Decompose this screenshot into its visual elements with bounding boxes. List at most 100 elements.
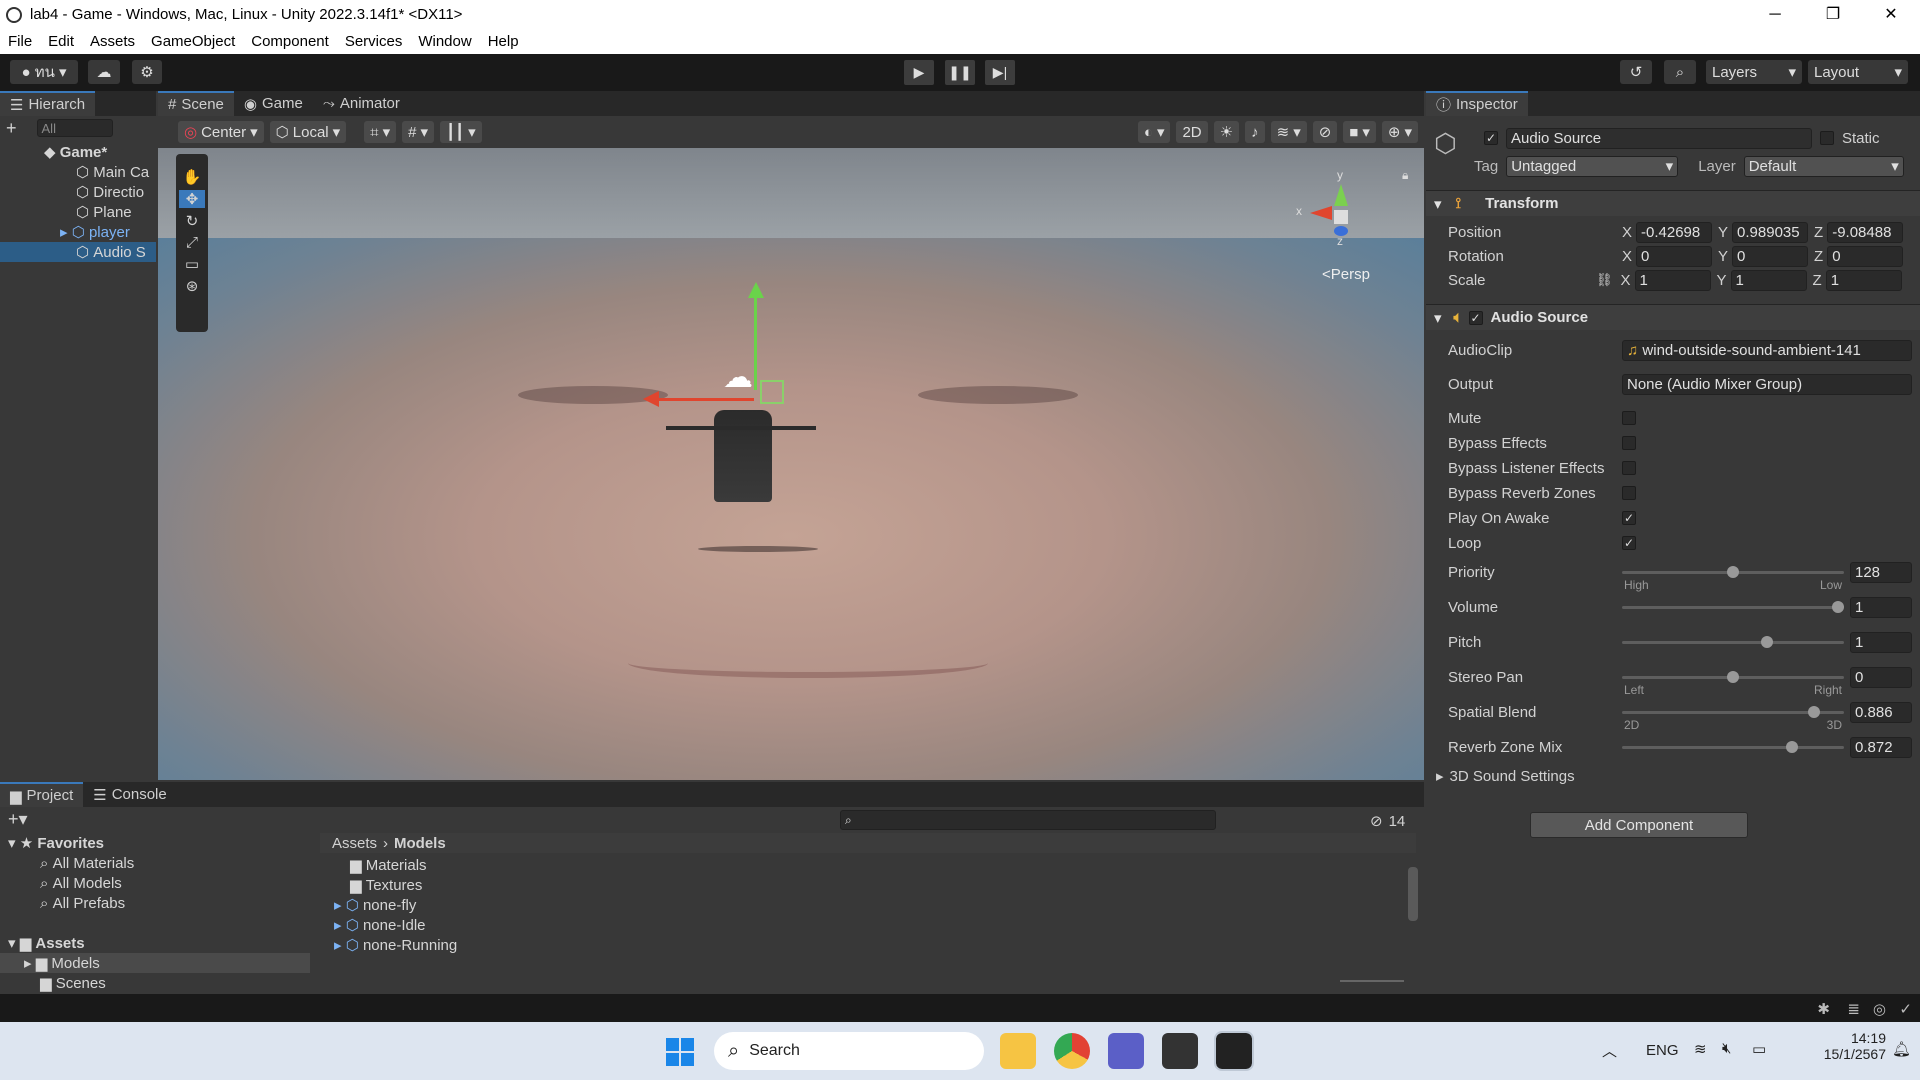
rotation-z-field[interactable]: 0 — [1827, 245, 1904, 267]
restore-button[interactable]: ❐ — [1804, 0, 1862, 29]
folder-scenes[interactable]: ▆ Scenes — [0, 973, 310, 993]
history-button[interactable]: ↺ — [1620, 60, 1652, 84]
draw-mode-dropdown[interactable]: ◐ ▾ — [1137, 121, 1171, 143]
slider-knob[interactable] — [1808, 706, 1821, 718]
favorite-all-materials[interactable]: ⌕ All Materials — [0, 853, 310, 873]
project-search-input[interactable]: ⌕ — [840, 810, 1216, 830]
tab-game[interactable]: ◉ Game — [234, 91, 313, 116]
bug-icon[interactable]: ✱ — [1817, 1000, 1830, 1018]
tab-animator[interactable]: ⤳ Animator — [313, 91, 410, 116]
layout-dropdown[interactable]: Layout ▾ — [1808, 60, 1908, 84]
2d-toggle[interactable]: 2D — [1176, 121, 1208, 143]
lighting-toggle[interactable]: ☀ — [1213, 121, 1240, 143]
slider-value-field[interactable]: 128 — [1850, 561, 1912, 583]
hierarchy-item-player[interactable]: ▸ ⬡ player — [0, 222, 156, 242]
position-y-field[interactable]: 0.989035 — [1732, 221, 1809, 243]
slider-knob[interactable] — [1727, 566, 1739, 578]
tab-scene[interactable]: # Scene — [158, 91, 234, 116]
camera-dropdown[interactable]: ■ ▾ — [1343, 121, 1376, 143]
scene-viewport[interactable]: ✋ ✥ ↻ ⤢ ▭ ⊛ ☁ y x z 🔒︎ <Persp — [158, 148, 1424, 780]
scale-tool-icon[interactable]: ⤢ — [186, 234, 198, 251]
asset-list-scrollbar[interactable] — [1408, 867, 1418, 921]
audio-slider[interactable]: High Low — [1622, 560, 1844, 592]
audio-toggle-checkbox[interactable] — [1622, 436, 1636, 450]
tab-project[interactable]: ▆ Project — [0, 782, 84, 807]
language-indicator[interactable]: ENG — [1646, 1042, 1679, 1059]
icon-size-slider[interactable] — [1340, 980, 1404, 982]
tag-dropdown[interactable]: Untagged ▾ — [1506, 155, 1679, 177]
rotation-y-field[interactable]: 0 — [1732, 245, 1809, 267]
favorite-all-prefabs[interactable]: ⌕ All Prefabs — [0, 893, 310, 913]
step-button[interactable]: ▶| — [985, 60, 1015, 85]
hierarchy-item-main-camera[interactable]: ⬡ Main Ca — [0, 162, 156, 182]
assets-foldout[interactable]: ▾ ▆ Assets — [0, 933, 310, 953]
battery-icon[interactable]: ▭ — [1752, 1040, 1766, 1058]
wifi-icon[interactable]: ≋ — [1694, 1040, 1707, 1058]
stack-icon[interactable]: ≣ — [1847, 1000, 1860, 1018]
add-component-button[interactable]: Add Component — [1530, 812, 1748, 838]
slider-knob[interactable] — [1760, 636, 1773, 648]
output-field[interactable]: None (Audio Mixer Group) — [1622, 373, 1912, 395]
static-checkbox[interactable] — [1820, 131, 1834, 145]
increment-snap-toggle[interactable]: ┃┃ ▾ — [440, 121, 482, 143]
collab-button[interactable]: ⚙ — [132, 60, 162, 84]
add-icon[interactable]: +▾ — [8, 809, 28, 830]
account-dropdown[interactable]: ● ทน ▾ — [10, 60, 78, 84]
3d-sound-settings-foldout[interactable]: 3D Sound Settings — [1450, 768, 1575, 785]
chrome-icon[interactable] — [1054, 1033, 1090, 1069]
move-tool-icon[interactable]: ✥ — [179, 190, 205, 208]
link-icon[interactable]: ⛓ — [1596, 272, 1613, 288]
tab-console[interactable]: ☰ Console — [83, 782, 177, 807]
snap-toggle[interactable]: ⌗ ▾ — [364, 121, 397, 143]
transform-header[interactable]: ▾ ⟟ Transform — [1426, 190, 1920, 216]
chevron-up-icon[interactable]: ︿ — [1602, 1040, 1617, 1061]
audio-slider[interactable]: 2D 3D — [1622, 700, 1844, 732]
asset-item-none-idle[interactable]: ▸ ⬡ none-Idle — [330, 915, 1410, 935]
slider-value-field[interactable]: 0.886 — [1850, 701, 1912, 723]
menu-assets[interactable]: Assets — [82, 33, 143, 50]
hierarchy-item-directional-light[interactable]: ⬡ Directio — [0, 182, 156, 202]
layer-dropdown[interactable]: Default ▾ — [1743, 155, 1904, 177]
position-x-field[interactable]: -0.42698 — [1636, 221, 1713, 243]
slider-value-field[interactable]: 0 — [1850, 666, 1912, 688]
play-button[interactable]: ▶ — [904, 60, 934, 85]
audio-source-enabled-checkbox[interactable]: ✓ — [1468, 310, 1483, 325]
visibility-toggle[interactable]: ⊘ — [1312, 121, 1338, 143]
lock-icon[interactable]: 🔒︎ — [1402, 168, 1408, 183]
minimize-button[interactable]: ─ — [1746, 0, 1804, 29]
volume-muted-icon[interactable]: 🔇︎ — [1722, 1040, 1731, 1057]
x-axis-handle[interactable] — [654, 398, 754, 401]
tab-hierarchy[interactable]: ☰ Hierarch — [0, 91, 96, 116]
clock[interactable]: 14:19 15/1/2567 — [1820, 1030, 1886, 1062]
gizmos-dropdown[interactable]: ⊕ ▾ — [1381, 121, 1418, 143]
audio-toggle-checkbox[interactable]: ✓ — [1622, 511, 1636, 525]
menu-window[interactable]: Window — [410, 33, 479, 50]
position-z-field[interactable]: -9.08488 — [1827, 221, 1904, 243]
teams-icon[interactable] — [1108, 1033, 1144, 1069]
favorites-foldout[interactable]: ▾ ★ Favorites — [0, 833, 310, 853]
expand-arrow-icon[interactable]: ▸ — [60, 223, 72, 241]
effects-dropdown[interactable]: ≋ ▾ — [1270, 121, 1307, 143]
pause-button[interactable]: ❚❚ — [945, 60, 975, 85]
unity-hub-icon[interactable] — [1162, 1033, 1198, 1069]
menu-help[interactable]: Help — [480, 33, 527, 50]
scale-x-field[interactable]: 1 — [1634, 269, 1711, 291]
audio-slider[interactable] — [1622, 595, 1844, 619]
active-checkbox[interactable]: ✓ — [1484, 131, 1498, 145]
audio-toggle-checkbox[interactable] — [1622, 486, 1636, 500]
grid-snap-toggle[interactable]: # ▾ — [402, 121, 435, 143]
menu-services[interactable]: Services — [337, 33, 411, 50]
windows-start-icon[interactable] — [666, 1038, 694, 1066]
file-explorer-icon[interactable] — [1000, 1033, 1036, 1069]
slider-knob[interactable] — [1832, 601, 1844, 613]
player-character[interactable] — [714, 410, 772, 502]
audio-toggle-checkbox[interactable] — [1622, 461, 1636, 475]
taskbar-search-box[interactable]: ⌕ Search — [714, 1032, 984, 1070]
cloud-button[interactable]: ☁ — [88, 60, 120, 84]
hierarchy-item-audio-source[interactable]: ⬡ Audio S — [0, 242, 156, 262]
transform-tool-icon[interactable]: ⊛ — [186, 277, 199, 295]
close-button[interactable]: ✕ — [1862, 0, 1920, 29]
persp-label[interactable]: <Persp — [1322, 266, 1370, 283]
expand-arrow-icon[interactable]: ▸ — [1436, 767, 1444, 785]
check-circle-icon[interactable]: ✓ — [1899, 1000, 1912, 1018]
